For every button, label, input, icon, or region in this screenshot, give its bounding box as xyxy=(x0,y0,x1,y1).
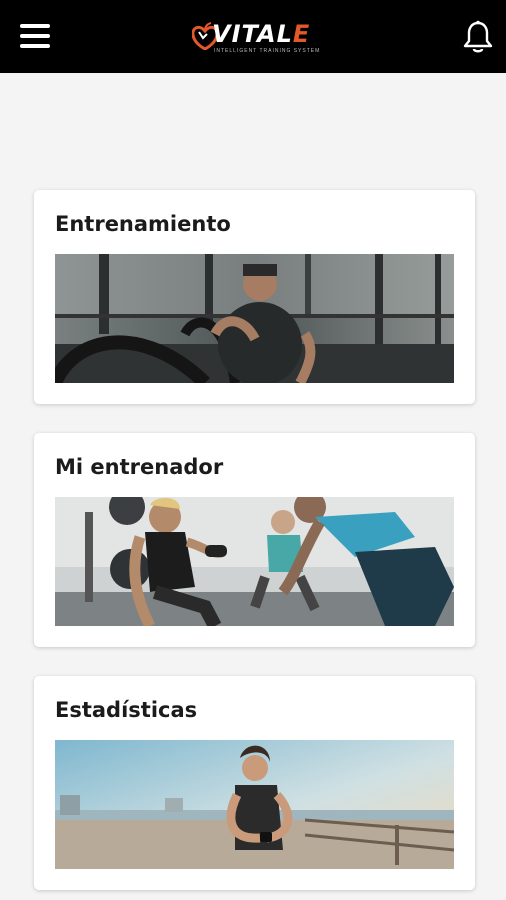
card-title: Mi entrenador xyxy=(55,455,224,479)
notification-bell-icon[interactable] xyxy=(462,20,494,54)
card-entrenamiento[interactable]: Entrenamiento xyxy=(34,190,475,404)
logo-text-accent: E xyxy=(292,20,311,48)
vitale-logo: VITALE INTELLIGENT TRAINING SYSTEM xyxy=(192,18,322,58)
card-estadisticas[interactable]: Estadísticas xyxy=(34,676,475,890)
battle-ropes-training-photo xyxy=(55,254,454,383)
menu-icon[interactable] xyxy=(18,22,52,50)
logo-text: VITAL xyxy=(212,20,293,48)
runner-checking-smartwatch-photo xyxy=(55,740,454,869)
group-dumbbell-training-photo xyxy=(55,497,454,626)
card-mi-entrenador[interactable]: Mi entrenador xyxy=(34,433,475,647)
card-title: Estadísticas xyxy=(55,698,198,722)
logo-tagline: INTELLIGENT TRAINING SYSTEM xyxy=(214,48,321,54)
card-title: Entrenamiento xyxy=(55,212,231,236)
top-app-bar: VITALE INTELLIGENT TRAINING SYSTEM xyxy=(0,0,506,73)
